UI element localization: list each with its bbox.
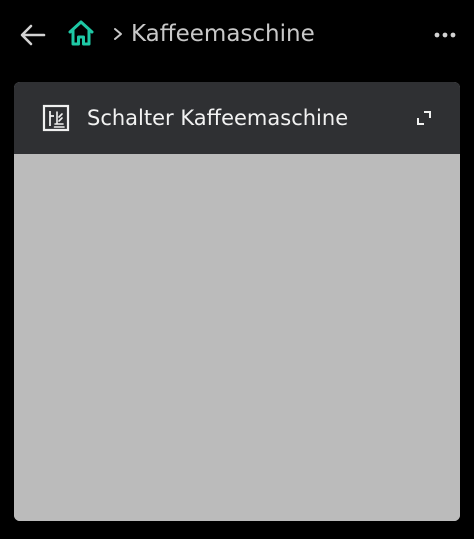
card-header: Schalter Kaffeemaschine [14, 82, 460, 154]
expand-icon [417, 111, 431, 125]
more-options-button[interactable] [428, 18, 462, 52]
more-horizontal-icon [434, 32, 456, 38]
chevron-right-icon [114, 28, 122, 40]
card-content-area [14, 154, 460, 521]
expand-button[interactable] [412, 106, 436, 130]
home-icon [68, 20, 94, 46]
back-button[interactable] [16, 18, 50, 52]
card-title: Schalter Kaffeemaschine [87, 106, 349, 130]
arrow-left-icon [20, 24, 46, 46]
breadcrumb-separator [110, 20, 126, 48]
device-switch-icon [42, 104, 70, 132]
top-bar: Kaffeemaschine [0, 0, 474, 70]
device-card: Schalter Kaffeemaschine [14, 82, 460, 521]
breadcrumb-title: Kaffeemaschine [131, 21, 315, 47]
home-button[interactable] [64, 16, 98, 50]
